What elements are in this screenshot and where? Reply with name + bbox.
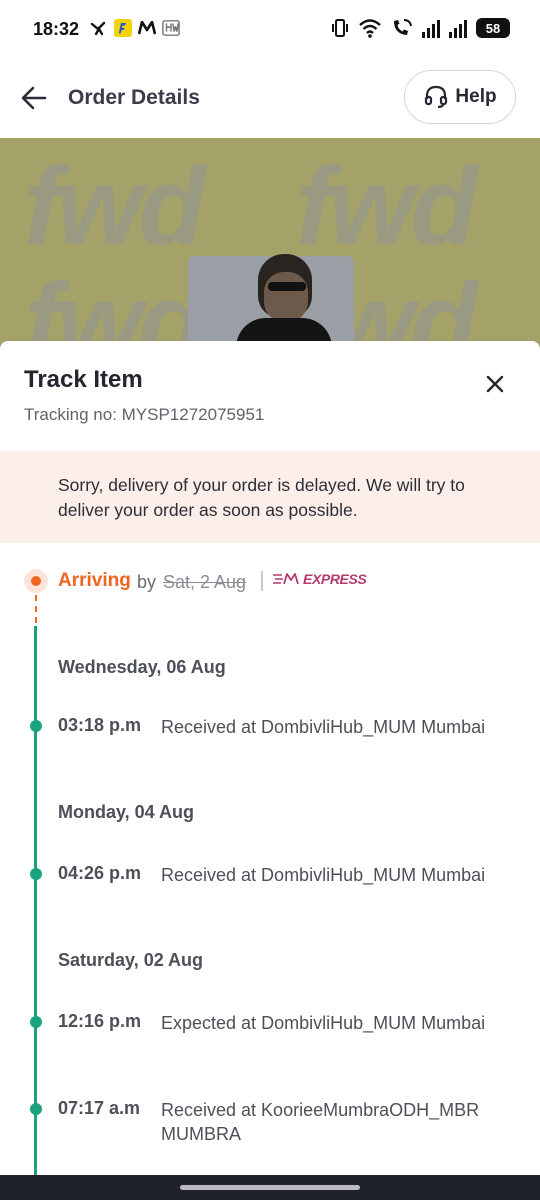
status-app-icons xyxy=(90,19,180,37)
arrival-label: Arriving xyxy=(58,570,131,591)
home-gesture-handle[interactable] xyxy=(180,1185,360,1190)
status-time: 18:32 xyxy=(33,19,80,39)
arrival-status: Arriving by Sat, 2 Aug EXPRESS xyxy=(24,568,524,598)
model-face xyxy=(264,272,308,322)
delay-message: Sorry, delivery of your order is delayed… xyxy=(58,475,465,520)
back-arrow-icon xyxy=(21,86,47,110)
timeline-day: Saturday, 02 Aug xyxy=(58,950,204,970)
model-sunglasses xyxy=(268,282,306,291)
hyper-icon xyxy=(162,19,180,37)
timeline-line xyxy=(34,626,37,1175)
timeline-day: Monday, 04 Aug xyxy=(58,802,195,822)
close-button[interactable] xyxy=(478,367,512,401)
timeline-dot xyxy=(30,1016,42,1028)
flipkart-icon xyxy=(114,19,132,37)
status-bar: 18:32 58 xyxy=(0,0,540,62)
signal-icon-1 xyxy=(422,18,440,38)
track-item-sheet: Track Item Tracking no: MYSP1272075951 S… xyxy=(0,341,540,1175)
divider xyxy=(261,571,263,591)
system-nav-bar xyxy=(0,1175,540,1200)
arrival-date: Sat, 2 Aug xyxy=(163,572,247,592)
help-button[interactable]: Help xyxy=(404,70,516,124)
headset-icon xyxy=(425,85,448,109)
express-logo-icon xyxy=(273,573,299,585)
back-button[interactable] xyxy=(18,82,50,114)
sheet-title: Track Item xyxy=(24,366,143,393)
brand-watermark: fwd xyxy=(24,145,205,268)
arrival-dot xyxy=(31,576,41,586)
express-label: EXPRESS xyxy=(303,571,367,587)
timeline-dot xyxy=(30,720,42,732)
arrival-by: by xyxy=(137,572,157,592)
battery-icon: 58 xyxy=(476,18,510,38)
wifi-calling-icon xyxy=(391,18,413,38)
event-time: 04:26 p.m xyxy=(58,863,142,883)
express-badge: EXPRESS xyxy=(272,571,367,587)
event-description: Received at DombivliHub_MUM Mumbai xyxy=(161,717,486,737)
app-header: Order Details Help xyxy=(0,62,540,138)
event-time: 12:16 p.m xyxy=(58,1011,142,1031)
timeline-dot xyxy=(30,868,42,880)
page-title: Order Details xyxy=(68,86,200,109)
pending-connector xyxy=(35,595,37,623)
vibrate-icon xyxy=(331,18,349,38)
event-description: Received at DombivliHub_MUM Mumbai xyxy=(161,865,486,885)
help-label: Help xyxy=(455,86,497,107)
swiggy-icon xyxy=(90,19,108,37)
event-description: Received at KoorieeMumbraODH_MBR MUMBRA xyxy=(161,1100,480,1144)
event-time: 03:18 p.m xyxy=(58,715,142,735)
timeline-day: Wednesday, 06 Aug xyxy=(58,657,226,677)
wifi-icon xyxy=(358,18,382,38)
event-time: 07:17 a.m xyxy=(58,1098,141,1118)
tracking-number: Tracking no: MYSP1272075951 xyxy=(24,405,265,424)
myntra-icon xyxy=(138,19,156,37)
close-icon xyxy=(486,375,504,393)
brand-watermark: fwd xyxy=(296,145,477,268)
timeline-dot xyxy=(30,1103,42,1115)
delay-notice: Sorry, delivery of your order is delayed… xyxy=(0,451,540,543)
status-system-icons: 58 xyxy=(331,18,510,38)
product-image: fwd fwd fwd fwd xyxy=(0,138,540,358)
signal-icon-2 xyxy=(449,18,467,38)
event-description: Expected at DombivliHub_MUM Mumbai xyxy=(161,1013,486,1033)
